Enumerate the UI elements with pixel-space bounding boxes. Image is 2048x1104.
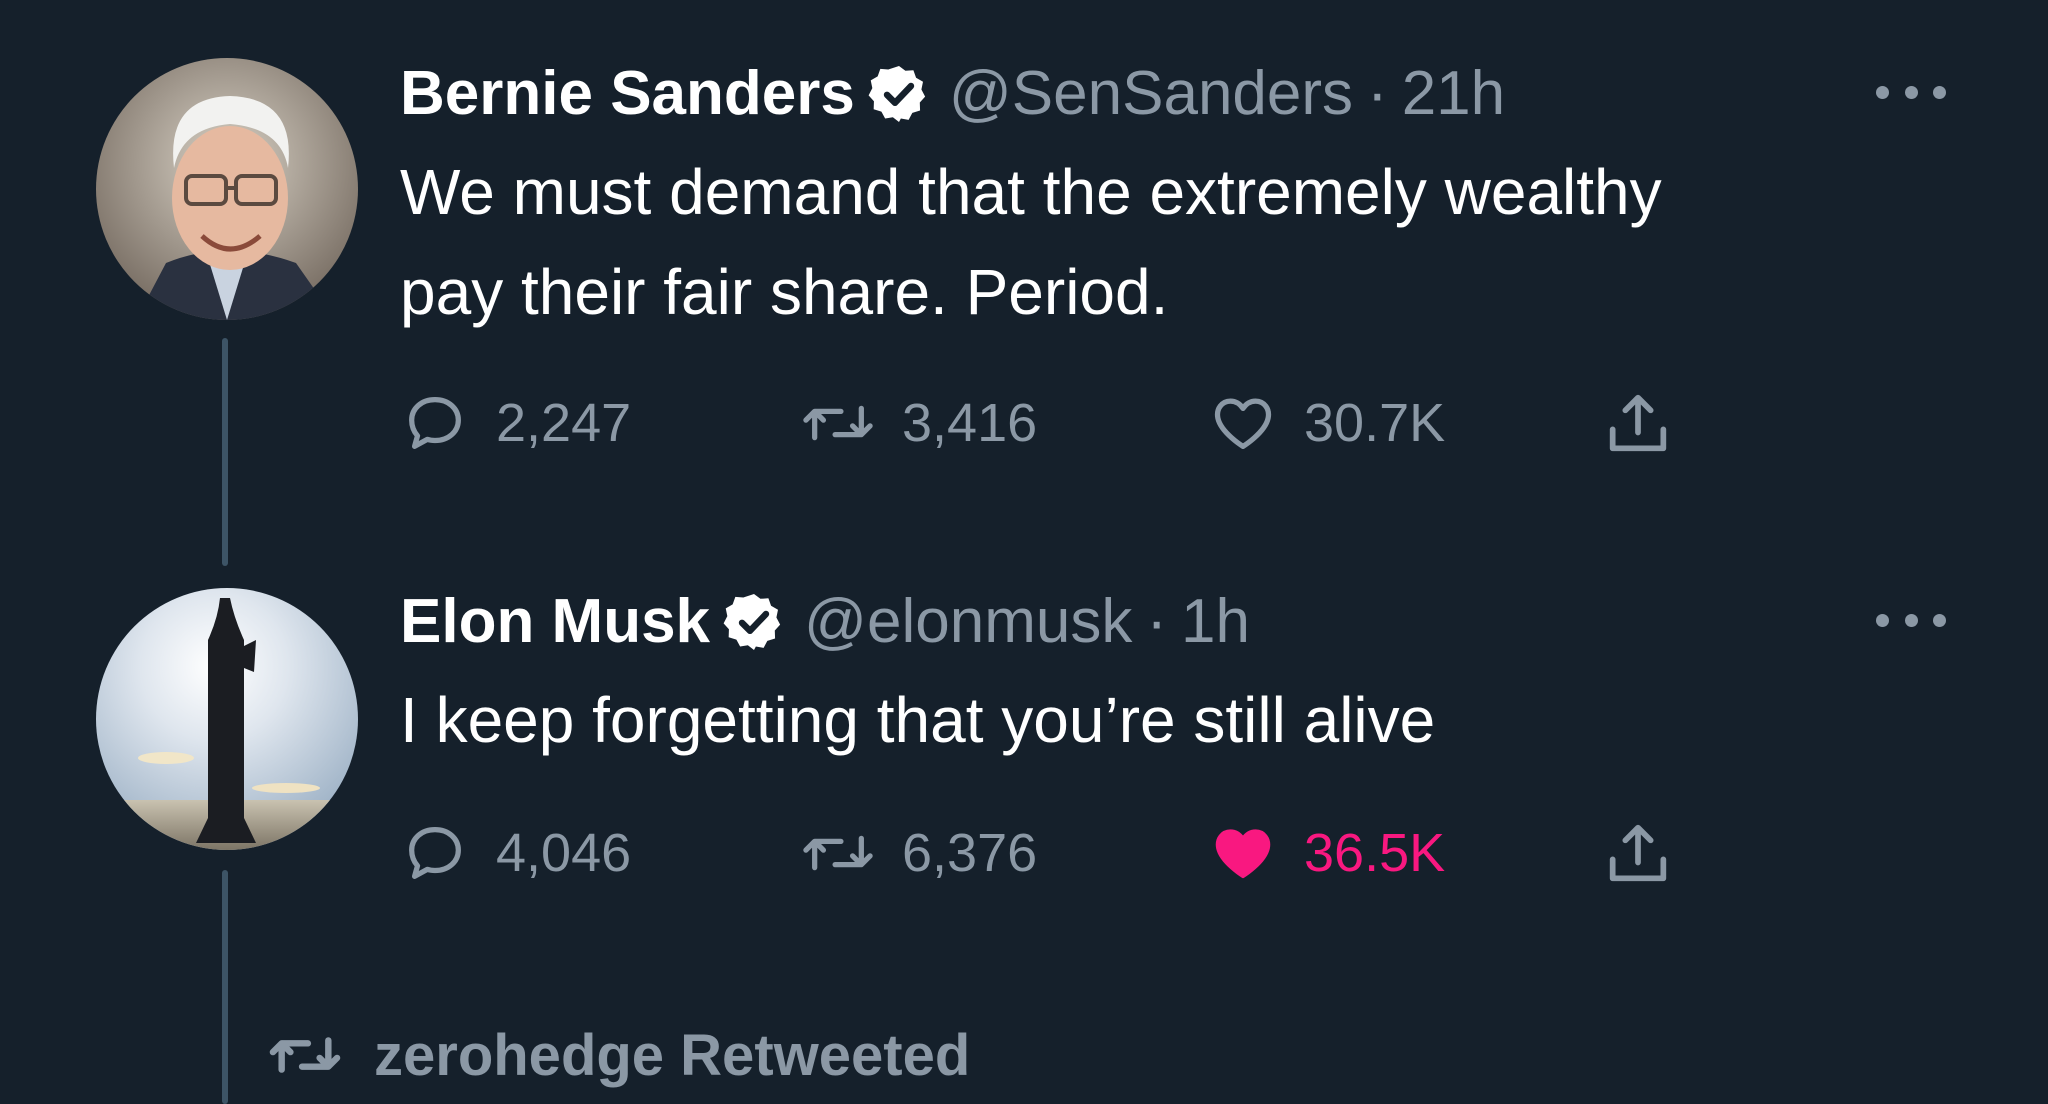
tweet-text: We must demand that the extremely wealth… bbox=[400, 142, 1662, 342]
display-name[interactable]: Bernie Sanders bbox=[400, 63, 855, 125]
more-options-icon[interactable] bbox=[1876, 82, 1946, 102]
thread-connector-line bbox=[222, 870, 228, 1104]
thread-connector-line bbox=[222, 338, 228, 566]
tweet-header: Bernie Sanders @SenSanders · 21h bbox=[400, 62, 1662, 126]
more-options-icon[interactable] bbox=[1876, 610, 1946, 630]
like-button[interactable]: 30.7K bbox=[1208, 388, 1445, 458]
like-count: 30.7K bbox=[1304, 393, 1446, 453]
user-handle[interactable]: @elonmusk bbox=[804, 591, 1132, 653]
share-icon bbox=[1609, 824, 1667, 882]
tweet-text: I keep forgetting that you’re still aliv… bbox=[400, 670, 1435, 770]
dot-separator: · bbox=[1146, 587, 1167, 656]
tweet-text-line: pay their fair share. Period. bbox=[400, 256, 1169, 328]
retweet-button[interactable]: 6,376 bbox=[800, 818, 1037, 888]
portrait-avatar-image bbox=[96, 58, 358, 320]
elon-musk-avatar[interactable] bbox=[96, 588, 358, 850]
tweet-thread-screen: Bernie Sanders @SenSanders · 21h We must… bbox=[0, 0, 2048, 1104]
dot-separator: · bbox=[1367, 59, 1388, 128]
retweet-count: 3,416 bbox=[902, 393, 1038, 453]
verified-badge-icon bbox=[868, 66, 925, 122]
tweet-timestamp[interactable]: 1h bbox=[1181, 591, 1250, 653]
like-icon-filled bbox=[1215, 829, 1271, 879]
like-button[interactable]: 36.5K bbox=[1208, 818, 1445, 888]
tweet-elon-musk[interactable]: Elon Musk @elonmusk · 1h I keep forgetti… bbox=[400, 590, 1435, 770]
retweet-button[interactable]: 3,416 bbox=[800, 388, 1037, 458]
reply-button[interactable]: 2,247 bbox=[400, 388, 631, 458]
verified-badge-icon bbox=[723, 594, 781, 650]
share-button[interactable] bbox=[1600, 818, 1676, 888]
reply-icon bbox=[409, 827, 461, 879]
retweeted-by-text: zerohedge Retweeted bbox=[374, 1022, 971, 1088]
user-handle[interactable]: @SenSanders bbox=[949, 63, 1353, 125]
like-count: 36.5K bbox=[1304, 823, 1446, 883]
tweet-bernie-sanders[interactable]: Bernie Sanders @SenSanders · 21h We must… bbox=[400, 62, 1662, 342]
reply-count: 4,046 bbox=[496, 823, 632, 883]
tweet-header: Elon Musk @elonmusk · 1h bbox=[400, 590, 1435, 654]
retweet-icon bbox=[803, 405, 873, 441]
bernie-sanders-avatar[interactable] bbox=[96, 58, 358, 320]
retweet-count: 6,376 bbox=[902, 823, 1038, 883]
retweeted-by-label[interactable]: zerohedge Retweeted bbox=[262, 1020, 970, 1090]
tweet-text-line: We must demand that the extremely wealth… bbox=[400, 156, 1662, 228]
tweet-timestamp[interactable]: 21h bbox=[1402, 63, 1505, 125]
retweet-icon bbox=[269, 1037, 341, 1073]
tweet-text-line: I keep forgetting that you’re still aliv… bbox=[400, 684, 1436, 756]
share-icon bbox=[1609, 394, 1667, 452]
like-icon bbox=[1214, 398, 1272, 449]
share-button[interactable] bbox=[1600, 388, 1676, 458]
reply-icon bbox=[409, 397, 461, 449]
reply-count: 2,247 bbox=[496, 393, 632, 453]
rocket-avatar-image bbox=[96, 588, 358, 850]
display-name[interactable]: Elon Musk bbox=[400, 591, 710, 653]
reply-button[interactable]: 4,046 bbox=[400, 818, 631, 888]
retweet-icon bbox=[803, 835, 873, 871]
